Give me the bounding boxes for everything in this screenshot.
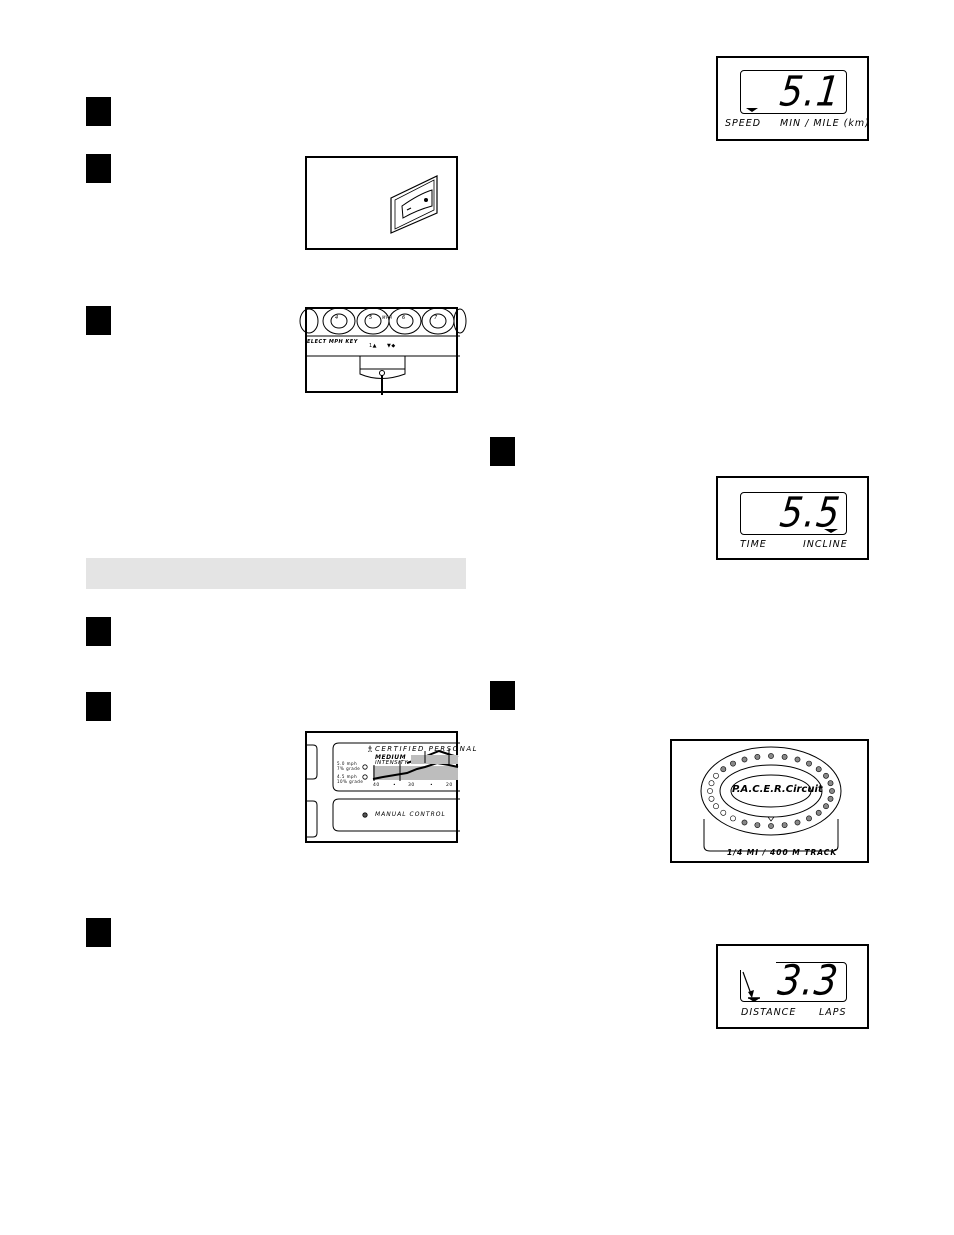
distance-label: DISTANCE (741, 1007, 797, 1018)
lap-indicator-dot (730, 760, 736, 767)
section-heading-bar (86, 558, 466, 589)
step-marker (86, 617, 111, 646)
lap-indicator-dot (823, 772, 829, 779)
speed-key-label: 4 (335, 315, 339, 321)
speed-key-7 (421, 307, 455, 335)
speed-key-5 (356, 307, 390, 335)
lap-indicator-dot (741, 819, 748, 826)
lap-indicator-dot (768, 823, 774, 829)
speed-key-label: 7 (434, 315, 438, 321)
time-label: TIME (740, 539, 767, 550)
program-option-indicator (362, 764, 368, 770)
lap-indicator-dot (708, 795, 715, 802)
manual-control-label: MANUAL CONTROL (375, 811, 446, 818)
lap-indicator-dot (806, 815, 812, 822)
lap-indicator-dot (713, 803, 719, 810)
lap-indicator-dot (708, 780, 715, 787)
x-tick: • (393, 783, 397, 788)
lap-indicator-dot (781, 822, 788, 828)
lap-indicator-dot (720, 766, 727, 773)
lap-indicator-dot (815, 766, 822, 773)
program-title: CERTIFIED PERSONAL (375, 745, 479, 753)
pacer-circuit-logo: P.A.C.E.R.Circuit (732, 784, 823, 795)
laps-label: LAPS (819, 1007, 847, 1018)
program-option-grade: 10% grade (337, 779, 364, 784)
lap-indicator-dot (815, 809, 822, 816)
step-marker (86, 918, 111, 947)
program-option-grade: 7% grade (337, 766, 361, 771)
lap-indicator-dot (754, 822, 761, 828)
power-switch-figure (305, 156, 458, 250)
speed-keys-figure: 4 5 MPH 6 7 ELECT MPH KEY 1▲ ▼◆ (299, 307, 467, 395)
step-marker (86, 692, 111, 721)
power-switch-icon (390, 175, 438, 234)
manual-indicator (362, 812, 368, 818)
select-mph-key-label: ELECT MPH KEY (307, 339, 358, 345)
speed-key-label: 5 (369, 315, 373, 321)
track-display-figure: P.A.C.E.R.Circuit 1/4 MI / 400 M TRACK (670, 739, 869, 863)
incline-display-figure: 5.5 TIME INCLINE (716, 476, 869, 560)
speed-key-6 (388, 307, 422, 335)
arrow-up-icon: 1▲ (369, 343, 378, 349)
intensity-label: INTENSITY (375, 760, 409, 766)
x-tick: • (430, 783, 434, 788)
person-icon: ♗ (366, 745, 374, 755)
lap-indicator-dot (794, 819, 801, 826)
x-tick: 20 (446, 783, 453, 788)
lap-indicator-dot (794, 756, 801, 763)
step-marker (490, 681, 515, 710)
speed-display-figure: 5.1 SPEED MIN / MILE (km) (716, 56, 869, 141)
program-option-indicator (362, 774, 368, 780)
lap-indicator-dot (829, 788, 835, 794)
lap-indicator-dot (827, 780, 834, 787)
lap-indicator-dot (741, 756, 748, 763)
speed-label: SPEED (725, 118, 762, 129)
lap-indicator-dot (806, 760, 812, 767)
x-tick: 40 (373, 783, 380, 788)
x-tick: 30 (408, 783, 415, 788)
indicator-arrow-icon (746, 108, 758, 112)
distance-display-figure: 3.3 DISTANCE LAPS (716, 944, 869, 1029)
track-caption: 1/4 MI / 400 M TRACK (727, 848, 838, 857)
lap-indicator-dot (768, 753, 774, 759)
lap-indicator-dot (720, 809, 727, 816)
step-marker (86, 154, 111, 183)
arrow-down-icon: ▼◆ (387, 343, 396, 349)
track-circuit-icon (700, 746, 842, 852)
speed-key-4 (322, 307, 356, 335)
lap-indicator-dot (730, 815, 736, 822)
lap-indicator-dot (754, 753, 761, 760)
indicator-arrow-icon (738, 960, 776, 1002)
incline-label: INCLINE (803, 539, 848, 550)
lap-indicator-dot (823, 803, 829, 810)
pace-label: MIN / MILE (km) (780, 118, 870, 129)
program-panel-figure: ♗ CERTIFIED PERSONAL MEDIUM INTENSITY 5.… (305, 731, 477, 843)
step-marker (490, 437, 515, 466)
mph-label: MPH (382, 315, 393, 320)
lap-indicator-dot (781, 753, 788, 760)
step-marker (86, 306, 111, 335)
speed-key-label: 6 (402, 315, 406, 321)
step-marker (86, 97, 111, 126)
lap-indicator-dot (707, 788, 713, 794)
lap-indicator-dot (827, 795, 834, 802)
lap-indicator-dot (713, 772, 719, 779)
